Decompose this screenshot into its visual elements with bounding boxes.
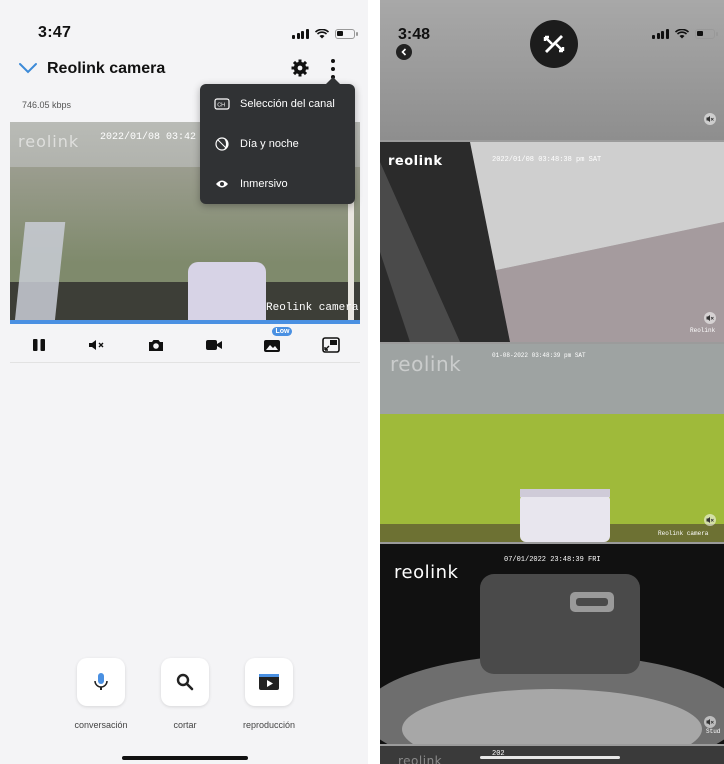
feed-logo: reolink (390, 352, 462, 376)
chevron-left-icon (401, 48, 407, 56)
status-bar: 3:47 (0, 0, 368, 44)
pause-icon (33, 339, 46, 351)
page-title: Reolink camera (47, 60, 166, 77)
talk-label: conversación (74, 720, 128, 730)
crop-button[interactable] (161, 658, 209, 706)
menu-item-label: Día y noche (240, 138, 299, 150)
immersive-header: 3:48 (380, 0, 724, 140)
eye-icon (214, 176, 230, 192)
playback-label: reproducción (242, 720, 296, 730)
stream-progress-bar (10, 320, 360, 324)
camera-icon (148, 340, 163, 351)
camera-feed[interactable]: reolink 202 (380, 746, 724, 764)
picture-in-picture-icon (321, 337, 340, 353)
mute-button[interactable] (83, 333, 111, 357)
record-button[interactable] (200, 333, 228, 357)
feed-timestamp: 01-08-2022 03:48:39 pm SAT (492, 352, 586, 359)
mute-icon[interactable] (704, 716, 716, 728)
low-badge: Low (272, 327, 293, 336)
feed-camera-name: Reolink (690, 327, 716, 334)
signal-icon (652, 29, 669, 39)
wifi-icon (674, 29, 689, 39)
menu-item-day-night[interactable]: Día y noche (200, 124, 355, 164)
menu-item-label: Selección del canal (240, 98, 335, 110)
video-toolbar: Low (10, 327, 360, 360)
menu-item-immersive[interactable]: Inmersivo (200, 164, 355, 204)
search-icon (176, 673, 194, 691)
toolbar-divider (10, 362, 360, 363)
bitrate-label: 746.05 kbps (22, 100, 72, 110)
mute-icon[interactable] (704, 312, 716, 324)
feed-camera-name: Stud (706, 728, 721, 735)
mute-icon[interactable] (704, 514, 716, 526)
wifi-icon (314, 29, 329, 39)
status-time: 3:48 (398, 26, 431, 43)
mute-icon[interactable] (704, 113, 716, 125)
home-indicator (122, 756, 248, 760)
camera-feed[interactable]: reolink 2022/01/08 03:48:38 pm SAT Reoli… (380, 142, 724, 342)
right-screen: 3:48 reolink 2022/01/08 03:48:38 pm SAT … (380, 0, 724, 764)
microphone-icon (94, 673, 108, 690)
video-logo: reolink (18, 132, 80, 151)
image-quality-icon (264, 340, 281, 352)
back-button[interactable] (396, 44, 412, 60)
options-menu: CH Selección del canal Día y noche Inmer… (200, 77, 355, 204)
left-screen: 3:47 Reolink camera 746.05 kbps reolink … (0, 0, 368, 764)
gear-icon[interactable] (290, 58, 310, 78)
status-time: 3:47 (38, 24, 72, 41)
battery-icon (334, 29, 358, 39)
chevron-down-icon[interactable] (18, 58, 38, 78)
menu-item-channel[interactable]: CH Selección del canal (200, 84, 355, 124)
quality-button[interactable]: Low (258, 327, 293, 357)
battery-icon (694, 29, 718, 39)
signal-icon (292, 29, 309, 39)
exit-immersive-button[interactable] (530, 20, 578, 68)
playback-action[interactable]: reproducción (228, 658, 310, 730)
header: Reolink camera (0, 52, 368, 88)
video-timestamp: 2022/01/08 03:42 (100, 132, 197, 143)
home-indicator (480, 756, 620, 759)
feed-logo: reolink (394, 562, 459, 583)
svg-text:CH: CH (217, 102, 225, 108)
fullscreen-button[interactable] (317, 333, 345, 357)
bottom-actions: conversación cortar reproducción (60, 658, 310, 730)
day-night-icon (214, 136, 230, 152)
video-camera-icon (206, 340, 223, 350)
camera-feed[interactable]: reolink 07/01/2022 23:48:39 FRI Stud (380, 544, 724, 744)
playback-icon (259, 674, 279, 690)
page: 3:47 Reolink camera 746.05 kbps reolink … (0, 0, 724, 764)
menu-item-label: Inmersivo (240, 178, 288, 190)
video-camera-label: Reolink camera (266, 302, 359, 314)
feed-camera-name: Reolink camera (658, 530, 709, 537)
snapshot-button[interactable] (142, 333, 170, 357)
talk-action[interactable]: conversación (60, 658, 142, 730)
speaker-mute-icon (89, 340, 104, 350)
system-icons (652, 29, 718, 39)
collapse-icon (543, 35, 565, 53)
crop-action[interactable]: cortar (144, 658, 226, 730)
channel-icon: CH (214, 96, 230, 112)
feed-logo: reolink (398, 754, 443, 764)
feed-logo: reolink (388, 154, 443, 169)
system-icons (292, 29, 358, 39)
feed-timestamp: 07/01/2022 23:48:39 FRI (504, 556, 601, 564)
playback-button[interactable] (245, 658, 293, 706)
camera-feed[interactable]: reolink 01-08-2022 03:48:39 pm SAT Reoli… (380, 344, 724, 542)
feed-timestamp: 2022/01/08 03:48:38 pm SAT (492, 156, 602, 164)
pause-button[interactable] (25, 333, 53, 357)
crop-label: cortar (173, 720, 197, 730)
talk-button[interactable] (77, 658, 125, 706)
